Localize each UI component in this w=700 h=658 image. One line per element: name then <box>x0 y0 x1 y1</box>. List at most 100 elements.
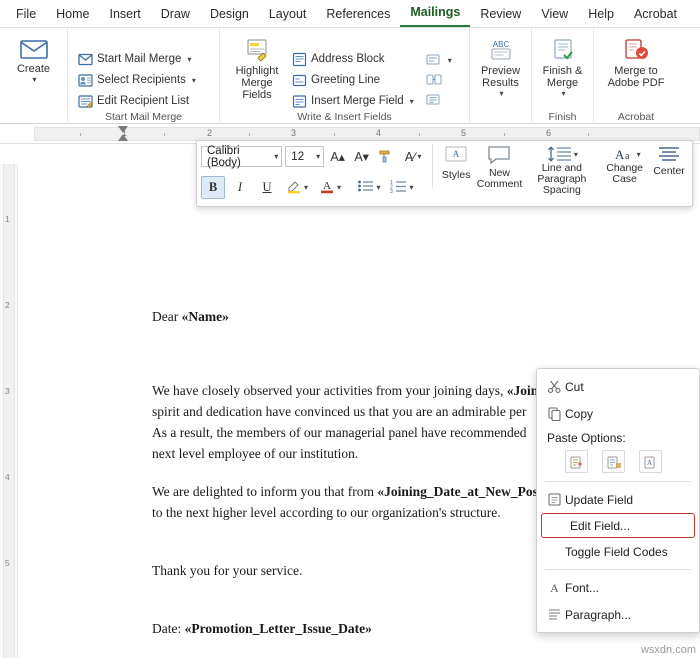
chevron-down-icon[interactable]: ▾ <box>410 97 414 106</box>
chevron-down-icon[interactable]: ▾ <box>561 89 565 98</box>
match-fields-button[interactable] <box>422 71 456 89</box>
promotion-letter-issue-date-merge-field[interactable]: «Promotion_Letter_Issue_Date» <box>185 621 372 636</box>
font-size-select[interactable]: 12 ▾ <box>285 146 325 167</box>
joining-date-merge-field[interactable]: «Join <box>507 383 539 398</box>
context-menu-item-cut-label: Cut <box>565 379 584 394</box>
copy-icon <box>543 406 565 421</box>
start-mail-merge-button[interactable]: Start Mail Merge ▾ <box>74 50 200 69</box>
context-menu-item-edit-field[interactable]: Edit Field... <box>541 513 695 538</box>
context-menu-item-paragraph-label: Paragraph... <box>565 607 632 622</box>
context-menu-item-font[interactable]: A Font... <box>537 574 699 601</box>
update-field-icon <box>543 492 565 507</box>
context-menu-item-toggle-field-codes-label: Toggle Field Codes <box>565 544 668 559</box>
hanging-indent-marker[interactable] <box>118 134 128 141</box>
context-menu-item-cut[interactable]: Cut <box>537 373 699 400</box>
chevron-down-icon[interactable]: ▾ <box>376 183 380 192</box>
vruler-number-4: 4 <box>5 472 10 482</box>
chevron-down-icon[interactable]: ▾ <box>499 89 503 98</box>
update-labels-button[interactable] <box>422 91 456 109</box>
shrink-font-button[interactable]: A▾ <box>351 146 372 167</box>
name-merge-field[interactable]: «Name» <box>182 309 229 324</box>
font-name-select[interactable]: Calibri (Body) ▾ <box>201 145 283 169</box>
tab-view[interactable]: View <box>531 3 578 27</box>
chevron-down-icon[interactable]: ▾ <box>316 152 320 161</box>
context-menu-item-toggle-field-codes[interactable]: Toggle Field Codes <box>537 538 699 565</box>
insert-merge-field-button[interactable]: Insert Merge Field ▾ <box>288 92 418 111</box>
paragraph-2-text-b: to the next higher level according to ou… <box>152 505 501 520</box>
styles-picker-button[interactable]: A∕ ▾ <box>399 146 427 167</box>
create-button[interactable]: Create ▾ <box>7 32 61 124</box>
tab-design[interactable]: Design <box>200 3 259 27</box>
styles-icon: A <box>444 145 468 170</box>
font-size-value: 12 <box>291 150 305 163</box>
chevron-down-icon[interactable]: ▾ <box>187 55 191 64</box>
bullets-button[interactable]: ▾ <box>354 177 384 198</box>
text-highlight-color-button[interactable]: ▾ <box>282 177 312 198</box>
salutation-paragraph[interactable]: Dear «Name» <box>152 306 680 327</box>
chevron-down-icon[interactable]: ▾ <box>32 75 36 84</box>
first-line-indent-marker[interactable] <box>118 126 128 133</box>
tab-references[interactable]: References <box>316 3 400 27</box>
grow-font-button[interactable]: A▴ <box>327 146 348 167</box>
chevron-down-icon[interactable]: ▾ <box>574 149 578 160</box>
svg-text:A: A <box>323 180 331 192</box>
tab-mailings[interactable]: Mailings <box>400 1 471 27</box>
context-menu-separator-2 <box>545 569 691 570</box>
adobe-pdf-icon <box>622 38 650 62</box>
chevron-down-icon[interactable]: ▾ <box>337 183 341 192</box>
tab-draw[interactable]: Draw <box>151 3 200 27</box>
context-menu-item-paragraph[interactable]: Paragraph... <box>537 601 699 628</box>
joining-date-at-new-position-merge-field[interactable]: «Joining_Date_at_New_Positi <box>377 484 550 499</box>
ruler-number-6: 6 <box>546 128 552 138</box>
paste-text-only-icon[interactable]: A <box>639 450 662 473</box>
update-labels-icon <box>426 93 442 107</box>
tab-home[interactable]: Home <box>46 3 99 27</box>
context-menu-item-update-field[interactable]: Update Field <box>537 486 699 513</box>
rules-button[interactable]: ▾ <box>422 51 456 69</box>
address-block-icon <box>292 52 307 67</box>
change-case-icon: Aa ▾ <box>609 145 641 163</box>
numbering-button[interactable]: 123 ▾ <box>387 177 417 198</box>
address-block-button[interactable]: Address Block <box>288 50 418 69</box>
bold-button[interactable]: B <box>201 176 225 199</box>
edit-recipient-list-button[interactable]: Edit Recipient List <box>74 92 200 111</box>
select-recipients-button[interactable]: Select Recipients ▾ <box>74 71 200 90</box>
chevron-down-icon[interactable]: ▾ <box>304 183 308 192</box>
chevron-down-icon[interactable]: ▾ <box>274 152 278 161</box>
context-menu-item-copy[interactable]: Copy <box>537 400 699 427</box>
chevron-down-icon[interactable]: ▾ <box>417 152 421 161</box>
tab-acrobat[interactable]: Acrobat <box>624 3 687 27</box>
greeting-line-button[interactable]: Greeting Line <box>288 71 418 90</box>
tab-file[interactable]: File <box>6 3 46 27</box>
preview-results-button[interactable]: ABC Preview Results ▾ <box>476 32 525 124</box>
greeting-line-icon <box>292 73 307 88</box>
context-menu[interactable]: Cut Copy Paste Options: A Update Field E… <box>536 368 700 633</box>
tab-layout[interactable]: Layout <box>259 3 317 27</box>
chevron-down-icon[interactable]: ▾ <box>448 56 452 65</box>
paste-merge-formatting-icon[interactable] <box>602 450 625 473</box>
create-button-label: Create <box>16 63 51 75</box>
mini-floating-toolbar[interactable]: Calibri (Body) ▾ 12 ▾ A▴ A▾ A∕ ▾ A Style <box>196 140 693 207</box>
context-menu-item-update-field-label: Update Field <box>565 492 634 507</box>
chevron-down-icon[interactable]: ▾ <box>192 76 196 85</box>
tab-help[interactable]: Help <box>578 3 624 27</box>
date-label: Date: <box>152 621 185 636</box>
format-painter-icon <box>378 148 393 166</box>
vertical-ruler[interactable]: 1 2 3 4 5 <box>0 164 18 658</box>
chevron-down-icon[interactable]: ▾ <box>637 149 641 160</box>
chevron-down-icon[interactable]: ▾ <box>409 183 413 192</box>
shrink-font-icon: A▾ <box>354 150 369 164</box>
edit-list-icon <box>78 94 93 109</box>
paste-keep-formatting-icon[interactable] <box>565 450 588 473</box>
underline-button[interactable]: U <box>255 176 279 199</box>
center-align-button[interactable]: Center <box>650 144 688 177</box>
tab-insert[interactable]: Insert <box>100 3 151 27</box>
format-painter-button[interactable] <box>375 146 396 167</box>
ribbon-group-acrobat-label: Acrobat <box>617 111 655 123</box>
italic-button[interactable]: I <box>228 176 252 199</box>
font-color-button[interactable]: A ▾ <box>315 177 345 198</box>
tab-review[interactable]: Review <box>470 3 531 27</box>
paragraph-1-text-c: As a result, the members of our manageri… <box>152 425 527 440</box>
recipients-icon <box>78 73 93 88</box>
paragraph-3-text: Thank you for your service. <box>152 563 303 578</box>
